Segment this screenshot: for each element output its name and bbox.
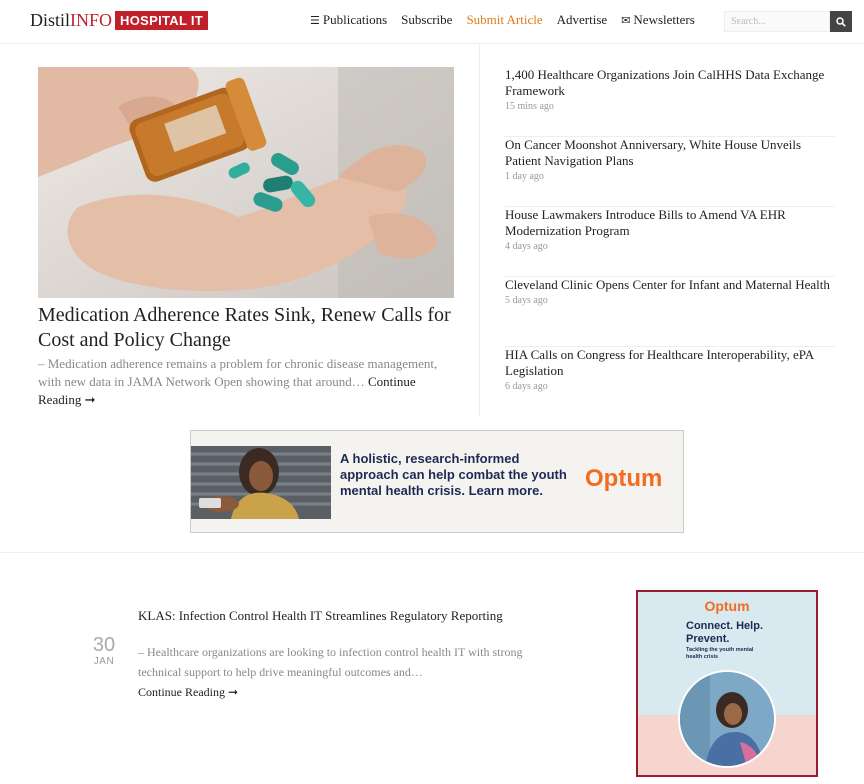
feature-excerpt: – Medication adherence remains a problem… — [38, 355, 458, 409]
sidebar-ad-tagline-1: Connect. Help. — [686, 620, 764, 632]
banner-ad-text: A holistic, research-informed approach c… — [340, 451, 567, 498]
post-date-month: JAN — [93, 656, 115, 667]
list-item[interactable]: HIA Calls on Congress for Healthcare Int… — [505, 347, 835, 417]
nav-advertise[interactable]: Advertise — [557, 12, 608, 28]
search-input[interactable]: Search... — [724, 11, 830, 32]
list-item-time: 15 mins ago — [505, 101, 554, 112]
envelope-icon: ✉ — [621, 13, 631, 27]
post-excerpt: – Healthcare organizations are looking t… — [138, 642, 558, 702]
sidebar-ad-tagline-2: Prevent. — [686, 633, 730, 645]
list-item-time: 6 days ago — [505, 381, 548, 392]
post-date: 30 JAN — [86, 634, 122, 667]
list-item-title[interactable]: On Cancer Moonshot Anniversary, White Ho… — [505, 137, 835, 169]
banner-ad[interactable]: A holistic, research-informed approach c… — [190, 430, 684, 533]
feature-image[interactable] — [38, 67, 454, 298]
continue-reading-link[interactable]: Continue Reading ➞ — [138, 685, 238, 699]
nav-subscribe[interactable]: Subscribe — [401, 12, 452, 28]
banner-ad-brand: Optum — [585, 465, 663, 492]
sidebar-ad-tagline: Connect. Help. Prevent. — [686, 620, 763, 646]
search-button[interactable] — [830, 11, 852, 32]
latest-news-list: 1,400 Healthcare Organizations Join CalH… — [505, 67, 835, 417]
list-item[interactable]: Cleveland Clinic Opens Center for Infant… — [505, 277, 835, 347]
list-item[interactable]: House Lawmakers Introduce Bills to Amend… — [505, 207, 835, 277]
post-excerpt-text: – Healthcare organizations are looking t… — [138, 645, 523, 679]
list-item[interactable]: On Cancer Moonshot Anniversary, White Ho… — [505, 137, 835, 207]
post-date-day: 30 — [92, 634, 116, 656]
nav-label: Newsletters — [633, 12, 695, 27]
section-divider — [0, 552, 864, 553]
nav-submit-article[interactable]: Submit Article — [466, 12, 542, 28]
logo-info: INFO — [70, 9, 113, 30]
sidebar-ad-brand: Optum — [704, 598, 750, 614]
banner-ad-photo — [191, 446, 331, 519]
sidebar-ad[interactable]: Optum Connect. Help. Prevent. Tackling t… — [636, 590, 818, 777]
list-item-title[interactable]: 1,400 Healthcare Organizations Join CalH… — [505, 67, 835, 99]
list-item-title[interactable]: Cleveland Clinic Opens Center for Infant… — [505, 277, 835, 293]
logo-badge: HOSPITAL IT — [115, 10, 209, 30]
feature-title[interactable]: Medication Adherence Rates Sink, Renew C… — [38, 303, 458, 353]
column-divider — [479, 44, 480, 416]
site-header: Distil INFO HOSPITAL IT ☰ Publications S… — [0, 0, 864, 44]
sidebar-ad-subtext: Tackling the youth mental health crisis — [686, 647, 754, 660]
list-item-title[interactable]: HIA Calls on Congress for Healthcare Int… — [505, 347, 835, 379]
pills-illustration — [38, 67, 454, 298]
post-title[interactable]: KLAS: Infection Control Health IT Stream… — [138, 607, 538, 625]
nav-publications[interactable]: ☰ Publications — [310, 12, 387, 28]
menu-icon: ☰ — [310, 13, 320, 27]
main-nav: ☰ Publications Subscribe Submit Article … — [310, 12, 709, 28]
site-logo[interactable]: Distil INFO HOSPITAL IT — [30, 9, 209, 31]
nav-label: Publications — [322, 12, 388, 27]
list-item[interactable]: 1,400 Healthcare Organizations Join CalH… — [505, 67, 835, 137]
sidebar-ad-photo — [678, 670, 776, 768]
list-item-time: 1 day ago — [505, 171, 544, 182]
list-item-title[interactable]: House Lawmakers Introduce Bills to Amend… — [505, 207, 835, 239]
list-item-time: 5 days ago — [505, 295, 548, 306]
logo-distil: Distil — [30, 9, 71, 30]
nav-newsletters[interactable]: ✉ Newsletters — [621, 12, 695, 28]
list-item-time: 4 days ago — [505, 241, 548, 252]
search-icon — [836, 16, 846, 27]
